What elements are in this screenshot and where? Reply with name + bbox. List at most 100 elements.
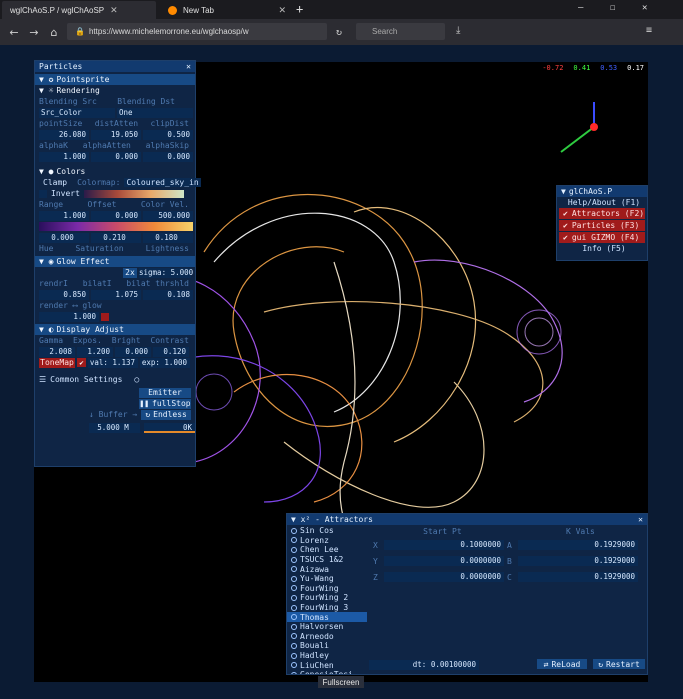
- rendri-slider[interactable]: 0.850: [39, 289, 89, 300]
- fullscreen-button[interactable]: Fullscreen: [318, 676, 364, 688]
- radio-icon: [291, 585, 297, 592]
- attractor-list-item[interactable]: Chen Lee: [287, 545, 367, 555]
- close-icon[interactable]: ✕: [638, 515, 647, 524]
- bilati-slider[interactable]: 1.075: [91, 289, 141, 300]
- search-input[interactable]: Search: [356, 23, 445, 40]
- k-label: A: [507, 540, 512, 550]
- start-point-input[interactable]: 0.0000000: [384, 556, 504, 566]
- attractor-list-item[interactable]: Halvorsen: [287, 622, 367, 632]
- tab-wglchaosp[interactable]: wglChAoS.P / wglChAoSP ✕: [2, 1, 156, 19]
- colormap-preview: [83, 189, 184, 198]
- colormap-select[interactable]: Coloured_sky_in: [124, 178, 201, 187]
- offset-slider[interactable]: 0.000: [91, 210, 141, 221]
- bright-slider[interactable]: 0.000: [115, 346, 151, 357]
- alphak-slider[interactable]: 1.000: [39, 151, 89, 162]
- gizmo-toggle[interactable]: ✔ gui GIZMO (F4): [559, 232, 645, 243]
- glow-color-swatch[interactable]: [101, 312, 109, 321]
- exposure-slider[interactable]: 1.200: [77, 346, 113, 357]
- blend-dst-select[interactable]: One: [117, 107, 193, 118]
- new-tab-button[interactable]: +: [296, 2, 303, 16]
- attractor-list-item[interactable]: TSUCS 1&2: [287, 555, 367, 565]
- forward-button[interactable]: →: [24, 22, 44, 42]
- param-row: Z 0.0000000 C 0.1929000: [369, 569, 645, 585]
- attractor-list-item[interactable]: Lorenz: [287, 536, 367, 546]
- attractor-list-item[interactable]: Thomas: [287, 612, 367, 622]
- close-icon[interactable]: ✕: [186, 62, 195, 71]
- k-value-input[interactable]: 0.1929000: [518, 572, 638, 582]
- tonemap-exp-slider[interactable]: exp: 1.000: [140, 357, 190, 368]
- tonemap-val-slider[interactable]: val: 1.137: [88, 357, 138, 368]
- colors-header[interactable]: ▼ ● Colors: [35, 166, 195, 177]
- start-point-input[interactable]: 0.0000000: [384, 572, 504, 582]
- range-slider[interactable]: 1.000: [39, 210, 89, 221]
- close-icon[interactable]: ✕: [278, 5, 286, 16]
- k-value-input[interactable]: 0.1929000: [518, 556, 638, 566]
- attractor-list-item[interactable]: Hadley: [287, 651, 367, 661]
- alphaskip-slider[interactable]: 0.000: [143, 151, 193, 162]
- particles-toggle[interactable]: ✔ Particles (F3): [559, 220, 645, 231]
- help-about-item[interactable]: Help/About (F1): [557, 197, 647, 208]
- invert-checkbox[interactable]: [39, 189, 47, 198]
- buffer-size-slider[interactable]: 5.000 M: [89, 422, 140, 433]
- glow-2x-button[interactable]: 2x: [123, 267, 137, 278]
- attractor-list-item[interactable]: LiuChen: [287, 660, 367, 670]
- endless-button[interactable]: ↻ Endless: [141, 409, 191, 420]
- saturation-slider[interactable]: 0.210: [91, 232, 141, 243]
- attractor-list-item[interactable]: Aizawa: [287, 564, 367, 574]
- info-item[interactable]: Info (F5): [557, 243, 647, 254]
- fullstop-button[interactable]: ❚❚ fullStop: [139, 398, 191, 409]
- contrast-slider[interactable]: 0.120: [153, 346, 189, 357]
- common-settings-header[interactable]: ☰ Common Settings ◯: [35, 374, 195, 385]
- maximize-button[interactable]: ☐: [610, 3, 615, 13]
- attractor-list-item[interactable]: FourWing 2: [287, 593, 367, 603]
- hue-slider[interactable]: 0.000: [39, 232, 89, 243]
- panel-title-bar[interactable]: ▼ x² - Attractors ✕: [287, 514, 647, 525]
- attractor-list-item[interactable]: GenesioTesi: [287, 670, 367, 674]
- download-icon[interactable]: ⤓: [456, 25, 460, 36]
- tab-strip: wglChAoS.P / wglChAoSP ✕ New Tab ✕ + — ☐ …: [0, 0, 683, 19]
- window-close-button[interactable]: ✕: [642, 3, 647, 13]
- glow-effect-header[interactable]: ▼ ◉ Glow Effect: [35, 256, 195, 267]
- home-icon[interactable]: ⌂: [44, 22, 64, 42]
- url-bar[interactable]: 🔒 https://www.michelemorrone.eu/wglchaos…: [67, 23, 327, 40]
- attractor-list-item[interactable]: FourWing: [287, 584, 367, 594]
- render-glow-slider[interactable]: 1.000: [39, 311, 99, 322]
- bilat-threshold-slider[interactable]: 0.108: [143, 289, 193, 300]
- distatten-slider[interactable]: 19.050: [91, 129, 141, 140]
- minimize-button[interactable]: —: [578, 3, 583, 13]
- clipdist-slider[interactable]: 0.500: [143, 129, 193, 140]
- emitter-toggle[interactable]: Emitter: [139, 387, 191, 398]
- restart-button[interactable]: ↻ Restart: [593, 659, 645, 669]
- color-vel-slider[interactable]: 500.000: [143, 210, 193, 221]
- reload-icon[interactable]: ↻: [336, 27, 342, 38]
- attractor-list-item[interactable]: Arneodo: [287, 632, 367, 642]
- k-value-input[interactable]: 0.1929000: [518, 540, 638, 550]
- panel-title-bar[interactable]: ▼ glChAoS.P: [557, 186, 647, 197]
- attractor-list-item[interactable]: Yu-Wang: [287, 574, 367, 584]
- tonemap-checkbox[interactable]: ✔: [77, 358, 86, 367]
- rendering-header[interactable]: ▼ ☼ Rendering: [35, 85, 195, 96]
- sigma-slider[interactable]: sigma: 5.000: [139, 267, 193, 278]
- attractor-list-item[interactable]: Bouali: [287, 641, 367, 651]
- tonemap-button[interactable]: ToneMap: [39, 357, 75, 368]
- pointsprite-header[interactable]: ▼ ✪ Pointsprite: [35, 74, 195, 85]
- attractor-list-item[interactable]: Sin Cos: [287, 526, 367, 536]
- display-adjust-header[interactable]: ▼ ◐ Display Adjust: [35, 324, 195, 335]
- panel-title-bar[interactable]: Particles ✕: [35, 61, 195, 72]
- reload-button[interactable]: ⇄ ReLoad: [537, 659, 587, 669]
- attractors-panel: ▼ x² - Attractors ✕ Sin Cos Lorenz Chen Le…: [286, 513, 648, 675]
- tab-new-tab[interactable]: New Tab ✕: [160, 1, 294, 19]
- attractor-list[interactable]: Sin Cos Lorenz Chen Lee TSUCS 1&2 Aizawa Yu-W…: [287, 526, 367, 674]
- attractors-toggle[interactable]: ✔ Attractors (F2): [559, 208, 645, 219]
- close-icon[interactable]: ✕: [110, 5, 118, 16]
- dt-slider[interactable]: dt: 0.00100000: [369, 660, 479, 670]
- pointsize-slider[interactable]: 26.080: [39, 129, 89, 140]
- attractor-list-item[interactable]: FourWing 3: [287, 603, 367, 613]
- back-button[interactable]: ←: [4, 22, 24, 42]
- start-point-input[interactable]: 0.1000000: [384, 540, 504, 550]
- lightness-slider[interactable]: 0.180: [143, 232, 193, 243]
- blend-src-select[interactable]: Src_Color: [39, 107, 115, 118]
- alphaatten-slider[interactable]: 0.000: [91, 151, 141, 162]
- menu-icon[interactable]: ≡: [646, 25, 652, 36]
- gamma-slider[interactable]: 2.008: [39, 346, 75, 357]
